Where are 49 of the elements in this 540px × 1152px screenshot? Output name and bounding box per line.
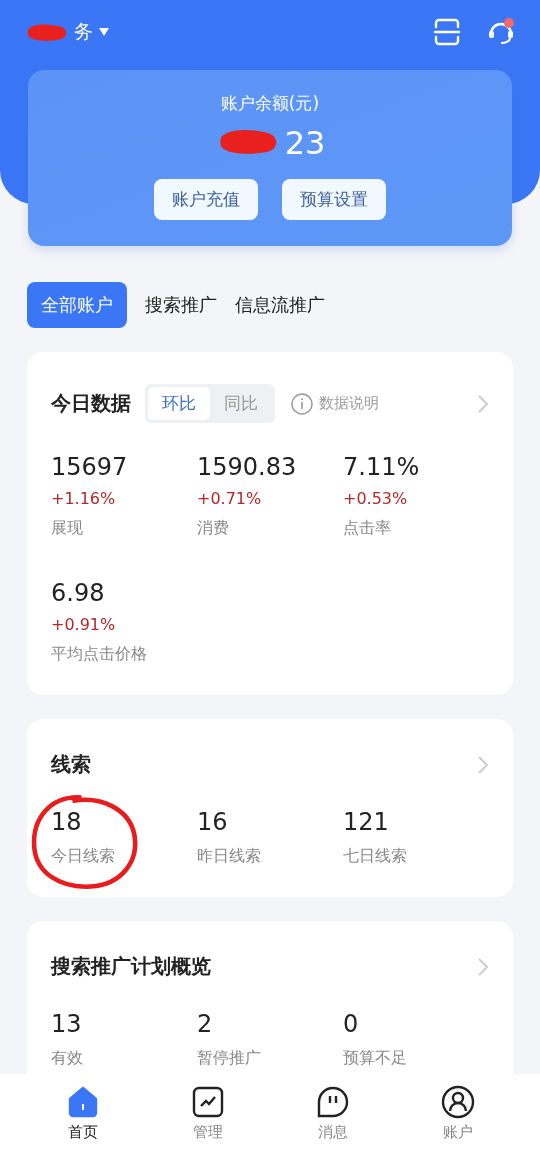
metric-label: 有效	[51, 1048, 84, 1069]
toggle-option[interactable]: 环比	[148, 387, 210, 420]
metric-value: 2	[197, 1010, 214, 1038]
user-icon	[440, 1085, 475, 1119]
chart-icon	[190, 1085, 225, 1119]
scan-icon[interactable]	[432, 17, 462, 47]
metric-value: 7.11%	[343, 453, 421, 481]
metric-change: +1.16%	[51, 489, 117, 508]
chat-icon	[315, 1085, 350, 1119]
metric-value: 121	[343, 808, 390, 836]
recharge-button[interactable]: 账户充值	[154, 179, 258, 220]
info-link[interactable]: 数据说明	[319, 394, 379, 413]
toggle-option[interactable]: 同比	[210, 387, 272, 420]
nav-tab[interactable]: 首页	[47, 1084, 118, 1152]
metric-value: 16	[197, 808, 229, 836]
tab[interactable]: 搜索推广	[145, 283, 217, 327]
metric-label: 暂停推广	[197, 1048, 262, 1069]
metric-value: 13	[51, 1010, 83, 1038]
budget-button[interactable]: 预算设置	[282, 179, 386, 220]
metric-label: 点击率	[343, 518, 392, 539]
section-title: 搜索推广计划概览	[51, 953, 211, 980]
nav-tab[interactable]: 消息	[297, 1084, 368, 1152]
balance-amount: 23	[284, 124, 326, 162]
metric-value: 0	[343, 1010, 360, 1038]
nav-tab[interactable]: 账户	[422, 1084, 493, 1152]
info-icon	[291, 392, 313, 415]
metric-value: 1590.83	[197, 453, 298, 481]
caret-icon[interactable]	[99, 28, 109, 36]
metric-value: 18	[51, 808, 83, 836]
metric-label: 预算不足	[343, 1048, 408, 1069]
metric-change: +0.71%	[197, 489, 263, 508]
metric-value: 15697	[51, 453, 129, 481]
metric-label: 展现	[51, 518, 84, 539]
metric-value: 6.98	[51, 579, 106, 607]
metric-label: 平均点击价格	[51, 644, 148, 665]
metric-label: 消费	[197, 518, 230, 539]
section-title: 今日数据	[51, 390, 131, 417]
metric-change: +0.53%	[343, 489, 409, 508]
tab[interactable]: 信息流推广	[235, 283, 325, 327]
metric-label: 昨日线索	[197, 846, 262, 867]
balance-label: 账户余额(元)	[220, 92, 320, 115]
metric-label: 今日线索	[51, 846, 116, 867]
tab[interactable]: 全部账户	[27, 282, 127, 328]
nav-tab[interactable]: 管理	[172, 1084, 243, 1152]
metric-label: 七日线索	[343, 846, 408, 867]
headset-icon[interactable]	[486, 17, 516, 47]
metric-change: +0.91%	[51, 615, 117, 634]
account-name[interactable]: 务	[74, 19, 93, 45]
section-title: 线索	[51, 751, 91, 778]
